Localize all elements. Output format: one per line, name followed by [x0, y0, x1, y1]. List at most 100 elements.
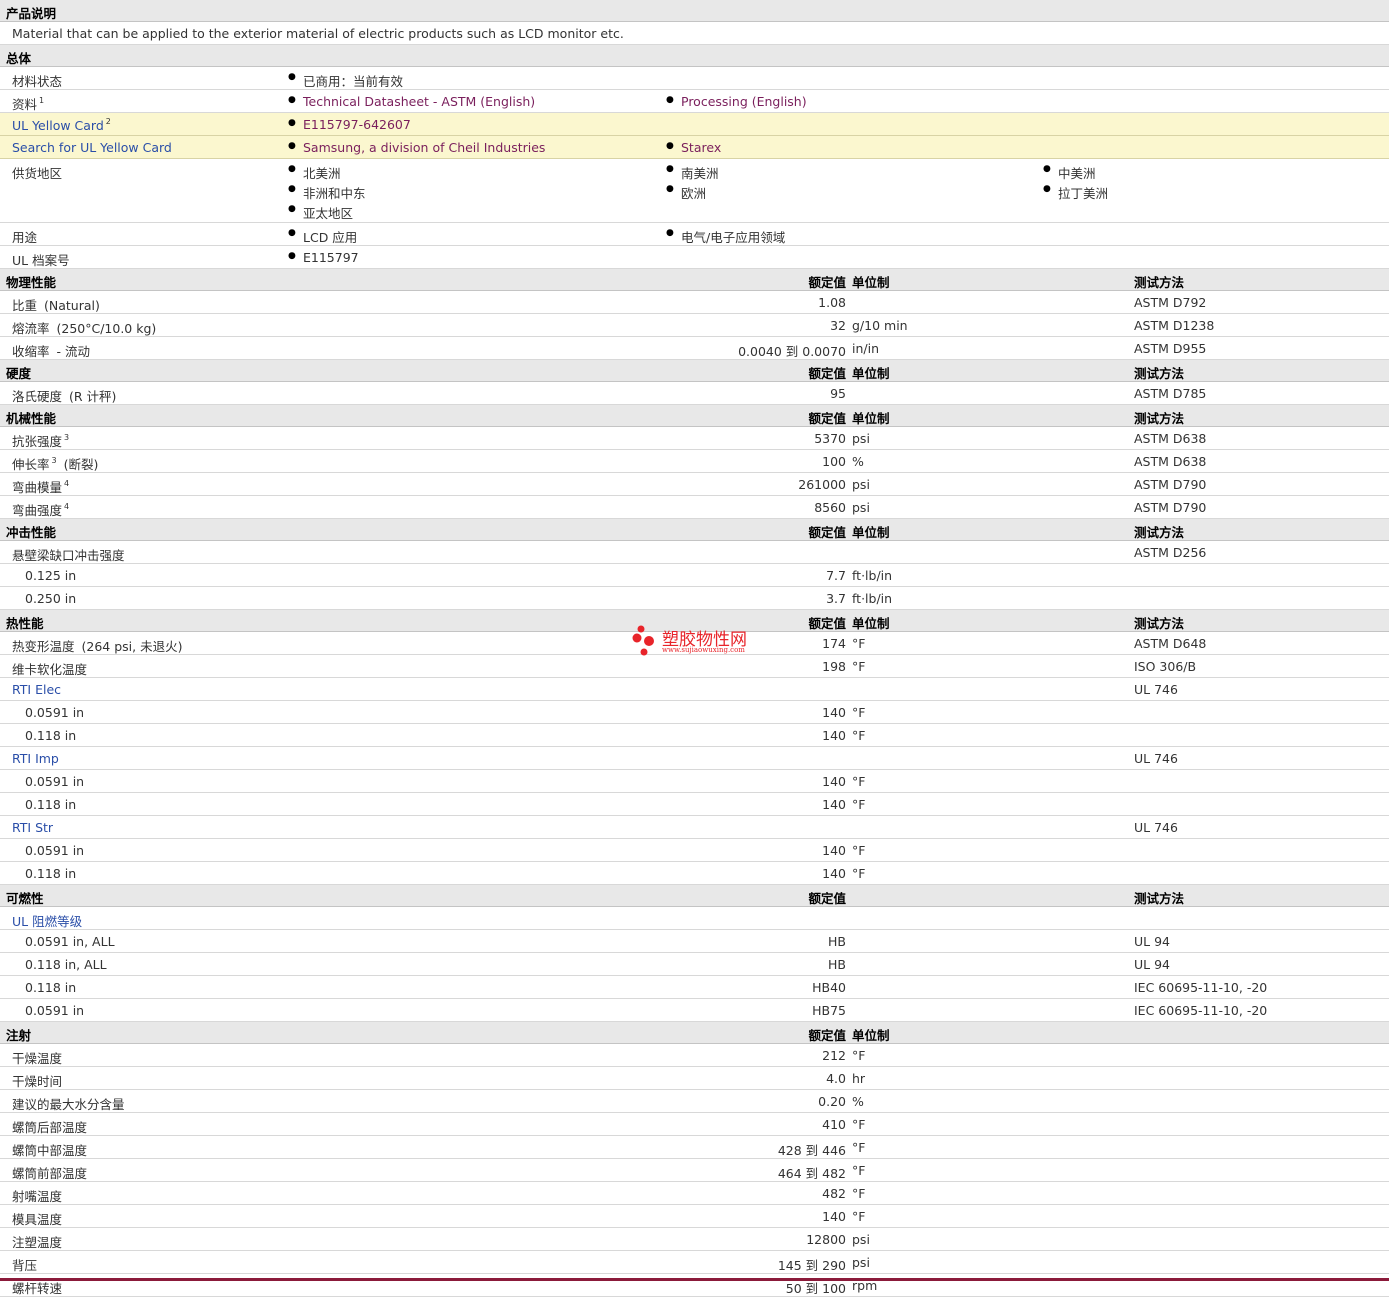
property-name: 比重 (Natural)	[12, 295, 100, 314]
property-label: RTI Imp	[12, 751, 59, 766]
footnote-marker: 4	[64, 502, 70, 511]
property-value: 174	[822, 636, 846, 651]
section-title: 总体	[6, 51, 32, 66]
test-method-column-header: 测试方法	[1134, 891, 1185, 906]
property-name: 抗张强度 3	[12, 431, 69, 450]
info-link[interactable]: Starex	[666, 140, 721, 155]
property-label: 0.125 in	[25, 568, 77, 583]
property-unit: g/10 min	[852, 318, 908, 333]
property-unit: %	[852, 1094, 864, 1109]
section-title: 产品说明	[6, 6, 57, 21]
test-method: ASTM D955	[1134, 341, 1207, 356]
section-header: 冲击性能 额定值 单位制 测试方法	[0, 519, 1389, 541]
info-label: 用途	[12, 230, 38, 245]
property-condition: (264 psi, 未退火)	[81, 639, 183, 654]
property-row: 维卡软化温度 198 °F ISO 306/B	[0, 655, 1389, 678]
property-unit: ft·lb/in	[852, 568, 893, 583]
property-label: 热变形温度	[12, 639, 75, 654]
info-label: Search for UL Yellow Card	[12, 140, 172, 155]
property-unit: %	[852, 454, 864, 469]
value-column-header: 额定值	[808, 616, 846, 631]
property-value: HB75	[812, 1003, 846, 1018]
info-link[interactable]: Processing (English)	[666, 94, 807, 109]
property-name: 射嘴温度	[12, 1186, 62, 1205]
property-row: 比重 (Natural) 1.08 ASTM D792	[0, 291, 1389, 314]
property-value: 140	[822, 774, 846, 789]
property-unit: hr	[852, 1071, 866, 1086]
property-value: 140	[822, 843, 846, 858]
property-value: 140	[822, 866, 846, 881]
value-column-header: 额定值	[808, 366, 846, 381]
property-name: 0.118 in	[25, 980, 76, 995]
info-row: UL 档案号 E115797	[0, 246, 1389, 269]
section-header: 硬度 额定值 单位制 测试方法	[0, 360, 1389, 382]
footnote-marker: 3	[64, 433, 70, 442]
info-link[interactable]: Samsung, a division of Cheil Industries	[288, 140, 545, 155]
property-value: 1.08	[818, 295, 846, 310]
property-value: 261000	[798, 477, 846, 492]
property-row: 建议的最大水分含量 0.20%	[0, 1090, 1389, 1113]
info-row: 供货地区 北美洲 南美洲 中美洲非洲和中东 欧洲 拉丁美洲亚太地区	[0, 159, 1389, 223]
info-link[interactable]: Technical Datasheet - ASTM (English)	[288, 94, 535, 109]
info-item: LCD 应用	[288, 227, 357, 246]
property-label: 螺筒中部温度	[12, 1143, 88, 1158]
info-label: 材料状态	[12, 74, 63, 89]
property-unit: psi	[852, 477, 870, 492]
info-link[interactable]: E115797-642607	[288, 117, 411, 132]
property-row: 注塑温度 12800 psi	[0, 1228, 1389, 1251]
property-value: 95	[830, 386, 846, 401]
property-label: 0.0591 in	[25, 843, 85, 858]
product-description-row: Material that can be applied to the exte…	[0, 22, 1389, 45]
property-label: 干燥温度	[12, 1051, 63, 1066]
property-value: 410	[822, 1117, 846, 1132]
value-column-header: 额定值	[808, 1028, 846, 1043]
footnote-marker: 2	[105, 117, 111, 126]
test-method-column-header: 测试方法	[1134, 525, 1185, 540]
value-column-header: 额定值	[808, 275, 846, 290]
footnote-marker: 3	[51, 456, 57, 465]
test-method: IEC 60695-11-10, -20	[1134, 980, 1268, 995]
property-sub-row: 0.118 in HB40 IEC 60695-11-10, -20	[0, 976, 1389, 999]
property-name: 0.125 in	[25, 568, 76, 583]
property-sub-row: 0.0591 in HB75 IEC 60695-11-10, -20	[0, 999, 1389, 1022]
property-name: 注塑温度	[12, 1232, 62, 1251]
property-row: 射嘴温度 482 °F	[0, 1182, 1389, 1205]
footnote-marker: 4	[64, 479, 70, 488]
property-label: 背压	[12, 1258, 38, 1273]
test-method: ASTM D648	[1134, 636, 1207, 651]
test-method: UL 94	[1134, 957, 1170, 972]
info-item: 北美洲	[288, 163, 340, 182]
property-condition: - 流动	[56, 344, 90, 359]
property-value: HB40	[812, 980, 846, 995]
test-method: UL 746	[1134, 751, 1178, 766]
property-row: 收缩率 - 流动 0.0040 到 0.0070 in/in ASTM D955	[0, 337, 1389, 360]
watermark-dots-icon	[632, 625, 654, 656]
info-item: 已商用：当前有效	[288, 71, 403, 90]
property-value: 100	[822, 454, 846, 469]
property-sub-row: 0.250 in 3.7 ft·lb/in	[0, 587, 1389, 610]
property-sub-row: 0.0591 in 140 °F	[0, 701, 1389, 724]
property-unit: °F	[852, 636, 866, 651]
property-value: 140	[822, 705, 846, 720]
section-title: 硬度	[6, 366, 32, 381]
property-name: 0.118 in	[25, 797, 76, 812]
property-sub-row: 0.118 in 140 °F	[0, 793, 1389, 816]
property-label: 0.0591 in, ALL	[25, 934, 115, 949]
property-value: 5370	[814, 431, 846, 446]
property-row: 螺筒前部温度 464 到 482 °F	[0, 1159, 1389, 1182]
property-row: 洛氏硬度 (R 计秤) 95 ASTM D785	[0, 382, 1389, 405]
property-value: 7.7	[826, 568, 846, 583]
property-name: 熔流率 (250°C/10.0 kg)	[12, 318, 156, 337]
property-label: 0.118 in	[25, 728, 77, 743]
info-label: 供货地区	[12, 166, 63, 181]
property-unit: psi	[852, 1255, 870, 1270]
section-title: 冲击性能	[6, 525, 57, 540]
property-unit: °F	[852, 866, 866, 881]
property-condition: (断裂)	[63, 457, 99, 472]
property-label: 0.0591 in	[25, 1003, 85, 1018]
property-sub-row: 0.118 in 140 °F	[0, 724, 1389, 747]
test-method: UL 746	[1134, 820, 1178, 835]
property-sub-row: 0.0591 in, ALL HB UL 94	[0, 930, 1389, 953]
property-row: 螺筒后部温度 410 °F	[0, 1113, 1389, 1136]
property-label: 螺筒后部温度	[12, 1120, 88, 1135]
